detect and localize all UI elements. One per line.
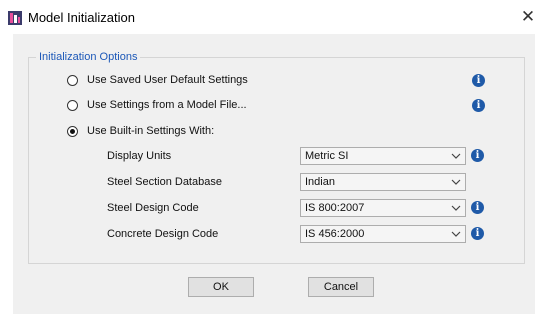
display-units-select[interactable]: Metric SI <box>300 147 466 165</box>
chevron-down-icon <box>451 153 461 159</box>
steel-section-database-label: Steel Section Database <box>107 176 222 188</box>
display-units-label: Display Units <box>107 150 172 162</box>
radio-button[interactable] <box>67 74 78 86</box>
title-bar: Model Initialization ✕ <box>0 0 543 34</box>
close-icon: ✕ <box>520 7 536 26</box>
steel-design-code-select[interactable]: IS 800:2007 <box>300 199 466 217</box>
radio-model-file-settings[interactable]: Use Settings from a Model File... <box>67 97 247 113</box>
select-value: IS 456:2000 <box>305 228 365 240</box>
info-icon[interactable]: i <box>472 99 485 112</box>
model-app-icon <box>8 11 22 25</box>
concrete-design-code-select[interactable]: IS 456:2000 <box>300 225 466 243</box>
radio-label: Use Saved User Default Settings <box>87 74 248 86</box>
steel-design-code-label: Steel Design Code <box>107 202 199 214</box>
radio-button-selected[interactable] <box>67 125 78 137</box>
select-value: Indian <box>305 176 335 188</box>
cancel-button[interactable]: Cancel <box>308 277 374 297</box>
radio-label: Use Settings from a Model File... <box>87 99 247 111</box>
chevron-down-icon <box>451 179 461 185</box>
radio-saved-user-defaults[interactable]: Use Saved User Default Settings <box>67 72 248 88</box>
steel-section-database-select[interactable]: Indian <box>300 173 466 191</box>
concrete-design-code-label: Concrete Design Code <box>107 228 219 240</box>
chevron-down-icon <box>451 205 461 211</box>
chevron-down-icon <box>451 231 461 237</box>
radio-built-in-settings[interactable]: Use Built-in Settings With: <box>67 123 214 139</box>
radio-label: Use Built-in Settings With: <box>87 125 215 137</box>
radio-button[interactable] <box>67 99 78 111</box>
select-value: Metric SI <box>305 150 349 162</box>
window-title: Model Initialization <box>28 10 135 25</box>
info-icon[interactable]: i <box>471 227 484 240</box>
info-icon[interactable]: i <box>471 149 484 162</box>
info-icon[interactable]: i <box>472 74 485 87</box>
group-legend: Initialization Options <box>36 51 141 63</box>
select-value: IS 800:2007 <box>305 202 365 214</box>
close-button[interactable]: ✕ <box>517 6 539 28</box>
ok-button[interactable]: OK <box>188 277 254 297</box>
info-icon[interactable]: i <box>471 201 484 214</box>
